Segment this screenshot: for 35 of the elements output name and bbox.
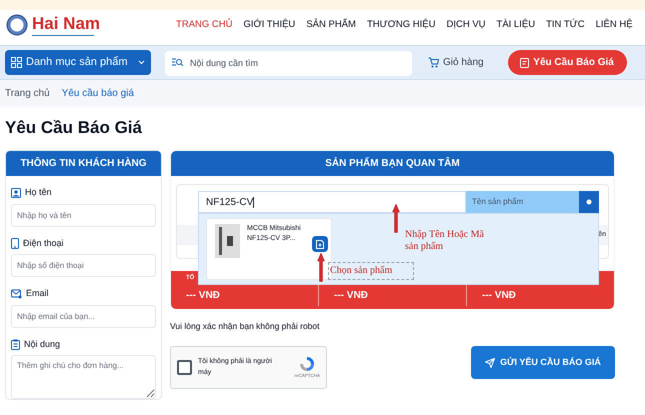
- breadcrumb-link[interactable]: Trang chủ: [5, 86, 50, 101]
- nav-link[interactable]: SẢN PHẨM: [306, 18, 356, 32]
- captcha-prompt: Vui lòng xác nhận bạn không phải robot: [170, 320, 320, 333]
- nav-link[interactable]: LIÊN HỆ: [596, 18, 633, 32]
- total-value: --- VNĐ: [334, 290, 368, 301]
- panel-header: THÔNG TIN KHÁCH HÀNG: [6, 151, 161, 176]
- text-field[interactable]: Nhập số điện thoại: [11, 254, 156, 277]
- field-label: Nội dung: [24, 338, 60, 351]
- text-field[interactable]: Nhập email của bạn...: [11, 304, 156, 328]
- field-label: Họ tên: [25, 186, 52, 199]
- annotation-text: Nhập Tên Hoặc Mã sản phẩm: [405, 229, 485, 253]
- nav-link[interactable]: TRANG CHỦ: [176, 18, 233, 32]
- panel-header: SẢN PHẨM BẠN QUAN TÂM: [171, 151, 614, 176]
- search-field[interactable]: Nội dung cần tìm: [165, 50, 412, 76]
- total-value: --- VNĐ: [186, 290, 220, 301]
- search-mode-dropdown[interactable]: Tên sản phẩm: [466, 191, 579, 213]
- text-field[interactable]: Nhập họ và tên: [11, 204, 156, 226]
- nav-link[interactable]: THƯƠNG HIỆU: [366, 18, 436, 32]
- breadcrumb-link[interactable]: Yêu cầu báo giá: [62, 86, 134, 101]
- field-label: Điện thoại: [23, 236, 64, 250]
- total-value: --- VNĐ: [482, 290, 516, 301]
- page-title: Yêu Cầu Báo Giá: [5, 117, 143, 139]
- submit-button[interactable]: GỬI YÊU CẦU BÁO GIÁ: [471, 346, 615, 379]
- product-search-field[interactable]: NF125-CV: [198, 191, 466, 213]
- annotation-text: Chọn sản phẩm: [328, 262, 414, 280]
- nav-link[interactable]: DỊCH VỤ: [446, 18, 486, 32]
- field-label: Email: [26, 287, 49, 300]
- category-button[interactable]: Danh mục sản phẩm: [5, 50, 151, 75]
- quote-button[interactable]: Yêu Cầu Báo Giá: [508, 50, 627, 75]
- nav-link[interactable]: GIỚI THIỆU: [244, 18, 296, 32]
- nav-link[interactable]: TÀI LIỆU: [496, 18, 536, 32]
- logo-text[interactable]: Hai Nam: [32, 14, 100, 32]
- nav-link[interactable]: TIN TỨC: [546, 18, 585, 32]
- note-field[interactable]: Thêm ghi chú cho đơn hàng...: [11, 355, 156, 399]
- cart-link[interactable]: Giỏ hàng: [428, 55, 484, 70]
